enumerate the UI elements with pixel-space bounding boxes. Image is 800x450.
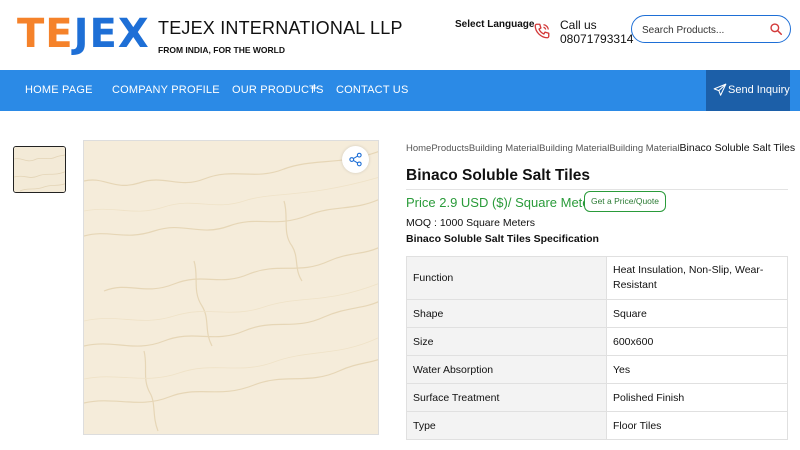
breadcrumb-products[interactable]: Products [431,143,469,154]
call-us-label: Call us [560,18,597,32]
spec-value: Yes [606,355,788,384]
search-icon[interactable] [769,22,783,36]
send-inquiry-label: Send Inquiry [728,84,790,96]
title-divider [406,189,788,190]
table-row: Function Heat Insulation, Non-Slip, Wear… [406,256,788,300]
site-header: TEJEX TEJEX INTERNATIONAL LLP FROM INDIA… [0,0,800,70]
product-price: Price 2.9 USD ($)/ Square Meter [406,195,594,210]
company-name: TEJEX INTERNATIONAL LLP [158,18,403,38]
spec-key: Function [406,256,607,300]
search-box [631,15,791,43]
table-row: Shape Square [406,299,788,328]
product-moq: MOQ : 1000 Square Meters [406,217,535,229]
table-row: Type Floor Tiles [406,411,788,440]
product-thumbnail[interactable] [13,146,66,193]
phone-icon [534,23,550,39]
table-row: Size 600x600 [406,327,788,356]
company-logo[interactable]: TEJEX [17,14,150,54]
spec-key: Size [406,327,607,356]
spec-value: Heat Insulation, Non-Slip, Wear-Resistan… [606,256,788,300]
search-input[interactable] [642,22,762,38]
language-selector[interactable]: Select Language [455,19,534,30]
spec-key: Shape [406,299,607,328]
table-row: Water Absorption Yes [406,355,788,384]
main-nav: HOME PAGE COMPANY PROFILE OUR PRODUCTS +… [0,70,800,111]
spec-key: Surface Treatment [406,383,607,412]
get-quote-button[interactable]: Get a Price/Quote [584,191,666,212]
table-row: Surface Treatment Polished Finish [406,383,788,412]
spec-key: Water Absorption [406,355,607,384]
breadcrumb-building-material[interactable]: Building Material [609,143,679,154]
nav-home[interactable]: HOME PAGE [25,84,93,96]
spec-value: Polished Finish [606,383,788,412]
breadcrumb-home[interactable]: Home [406,143,431,154]
breadcrumb-building-material[interactable]: Building Material [539,143,609,154]
send-inquiry-button[interactable]: Send Inquiry [706,70,790,111]
spec-key: Type [406,411,607,440]
spec-heading: Binaco Soluble Salt Tiles Specification [406,233,599,245]
product-title: Binaco Soluble Salt Tiles [406,167,591,184]
paper-plane-icon [713,83,727,96]
product-image[interactable] [83,140,379,435]
nav-contact-us[interactable]: CONTACT US [336,84,409,96]
nav-company-profile[interactable]: COMPANY PROFILE [112,84,220,96]
spec-value: 600x600 [606,327,788,356]
spec-table: Function Heat Insulation, Non-Slip, Wear… [406,256,788,440]
breadcrumb-current: Binaco Soluble Salt Tiles [679,142,796,154]
breadcrumb-building-material[interactable]: Building Material [469,143,539,154]
breadcrumb: HomeProductsBuilding MaterialBuilding Ma… [406,142,795,154]
spec-value: Square [606,299,788,328]
share-button[interactable] [342,146,369,173]
company-tagline: FROM INDIA, FOR THE WORLD [158,45,286,55]
expand-icon[interactable]: + [310,80,319,97]
phone-number[interactable]: 08071793314 [560,32,633,46]
share-icon [349,152,362,167]
spec-value: Floor Tiles [606,411,788,440]
